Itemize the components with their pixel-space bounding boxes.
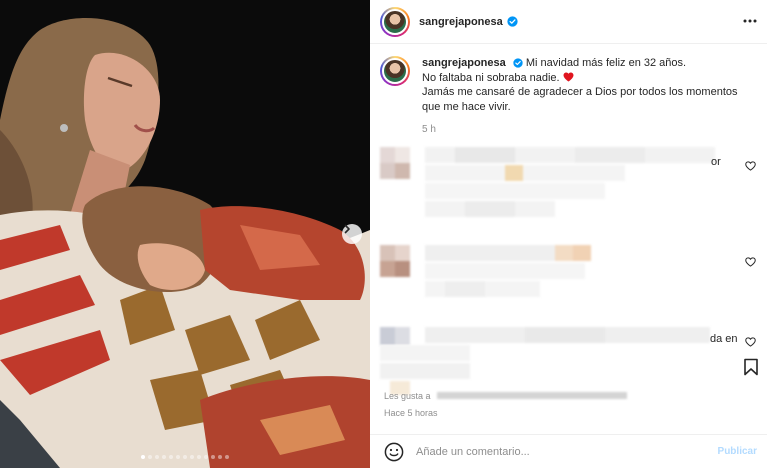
header-username[interactable]: sangrejaponesa — [419, 16, 503, 28]
avatar — [382, 58, 408, 84]
more-options-icon[interactable] — [743, 14, 757, 28]
heart-outline-icon[interactable] — [745, 337, 756, 347]
header-avatar-ring[interactable] — [380, 6, 410, 37]
post-side-panel: sangrejaponesa sangrejaponesa Mi navidad… — [370, 0, 767, 468]
avatar — [380, 245, 410, 277]
carousel-indicator — [0, 455, 370, 461]
carousel-dot — [218, 455, 222, 459]
avatar — [382, 8, 408, 35]
add-comment-bar: Publicar — [370, 434, 767, 468]
caption-avatar-ring[interactable] — [380, 56, 410, 86]
verified-badge-icon — [507, 16, 518, 27]
carousel-dot — [190, 455, 194, 459]
publish-button[interactable]: Publicar — [718, 446, 757, 457]
verified-badge-icon — [513, 58, 523, 68]
caption-text-line: Jamás me cansaré de agradecer a Dios por… — [422, 86, 738, 98]
carousel-dot — [141, 455, 145, 459]
carousel-dot — [162, 455, 166, 459]
caption-text-line: Mi navidad más feliz en 32 años. — [525, 57, 687, 69]
comment-item: or — [380, 147, 760, 231]
post-timestamp[interactable]: Hace 5 horas — [384, 408, 438, 418]
post-header: sangrejaponesa — [370, 0, 767, 44]
avatar — [380, 147, 410, 179]
pixelated-comment-text — [425, 327, 710, 343]
carousel-dot — [155, 455, 159, 459]
caption-username[interactable]: sangrejaponesa — [422, 57, 506, 69]
carousel-dot — [225, 455, 229, 459]
carousel-dot — [211, 455, 215, 459]
carousel-dot — [148, 455, 152, 459]
chevron-right-icon — [344, 224, 350, 234]
smiley-icon[interactable] — [384, 442, 404, 462]
comment-visible-text: or — [711, 156, 721, 168]
post-photo[interactable] — [0, 0, 370, 468]
comment-item — [380, 245, 760, 311]
comment-item: da en — [380, 327, 760, 395]
caption-text-line: No faltaba ni sobraba nadie. — [422, 71, 560, 84]
caption-body: sangrejaponesa Mi navidad más feliz en 3… — [422, 56, 738, 138]
likes-text: Les gusta a — [384, 391, 431, 401]
post-time-ago[interactable]: 5 h — [422, 123, 738, 138]
pixelated-comment-text — [425, 147, 715, 217]
comment-input[interactable] — [416, 445, 706, 458]
avatar — [380, 327, 410, 345]
heart-outline-icon[interactable] — [745, 161, 756, 171]
pixelated-comment-text — [425, 245, 591, 297]
red-heart-emoji-icon — [563, 71, 574, 82]
bookmark-icon[interactable] — [743, 358, 759, 376]
post-caption: sangrejaponesa Mi navidad más feliz en 3… — [380, 56, 760, 138]
heart-outline-icon[interactable] — [745, 257, 756, 267]
pixelated-likes-text — [437, 392, 628, 399]
carousel-dot — [169, 455, 173, 459]
carousel-dot — [183, 455, 187, 459]
carousel-dot — [176, 455, 180, 459]
photo-illustration — [0, 0, 370, 468]
next-slide-button[interactable] — [342, 224, 362, 244]
likes-summary[interactable]: Les gusta a — [384, 391, 633, 401]
comment-visible-text: da en — [710, 333, 738, 345]
caption-text-line: que me hace vivir. — [422, 100, 511, 113]
carousel-dot — [197, 455, 201, 459]
carousel-dot — [204, 455, 208, 459]
